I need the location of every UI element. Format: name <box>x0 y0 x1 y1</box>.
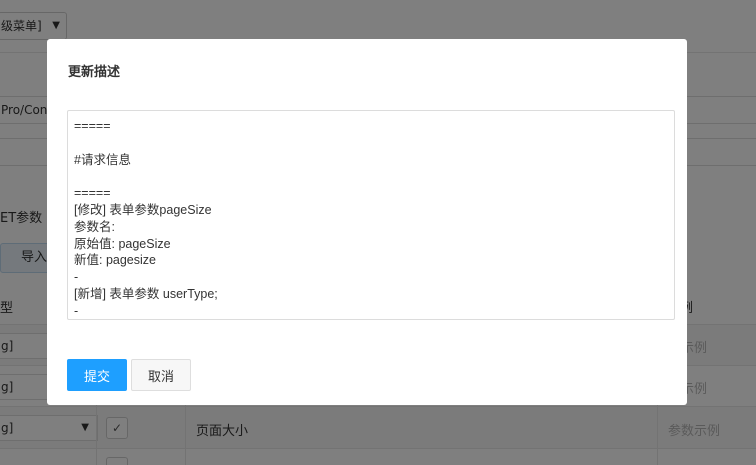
textarea-line: [新增] 表单参数 userType; <box>74 286 218 301</box>
textarea-line: ===== <box>74 119 111 133</box>
textarea-line <box>74 168 668 185</box>
textarea-line: ===== <box>74 186 111 201</box>
textarea-line: 参数名: <box>74 219 115 234</box>
textarea-line: [修改] 表单参数pageSize <box>74 202 212 217</box>
textarea-line: - <box>74 270 79 285</box>
submit-button[interactable]: 提交 <box>67 359 127 391</box>
textarea-line: 原始值: pageSize <box>74 236 171 251</box>
cancel-button[interactable]: 取消 <box>131 359 191 391</box>
dialog-title: 更新描述 <box>68 65 121 80</box>
textarea-line <box>74 135 668 152</box>
textarea-line: 新值: pagesize <box>74 253 156 268</box>
textarea-line: #请求信息 <box>74 152 131 167</box>
textarea-line: - <box>74 303 79 318</box>
description-textarea[interactable]: ===== #请求信息 ===== [修改] 表单参数pageSize 参数名:… <box>67 110 675 320</box>
update-description-dialog: 更新描述 ===== #请求信息 ===== [修改] 表单参数pageSize… <box>47 39 687 405</box>
